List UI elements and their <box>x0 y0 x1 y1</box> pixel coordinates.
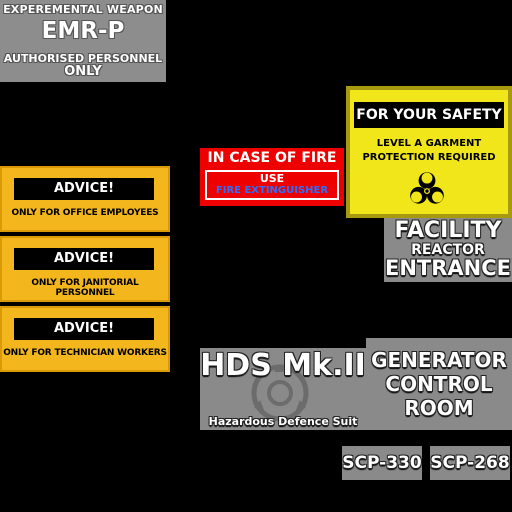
generator-line1: GENERATOR <box>371 348 507 372</box>
safety-sign-line1: LEVEL A GARMENT <box>376 138 482 149</box>
advice-sign-janitorial: ADVICE! ONLY FOR JANITORIAL PERSONNEL <box>0 236 170 302</box>
advice-heading: ADVICE! <box>14 318 154 340</box>
facility-reactor-sign: FACILITY REACTOR ENTRANCE <box>384 218 512 282</box>
facility-line1: FACILITY <box>394 218 502 243</box>
hds-title: HDS Mk.II <box>200 348 366 383</box>
safety-sign-line2: PROTECTION REQUIRED <box>362 152 496 163</box>
emr-sign-title: EMR-P <box>41 18 125 44</box>
scp-330-label: SCP-330 <box>342 446 422 480</box>
scp-268-label: SCP-268 <box>430 446 510 480</box>
facility-line3: ENTRANCE <box>385 256 511 280</box>
generator-control-room-sign: GENERATOR CONTROL ROOM <box>366 338 512 430</box>
advice-text: ONLY FOR JANITORIAL PERSONNEL <box>31 278 139 298</box>
advice-text: ONLY FOR TECHNICIAN WORKERS <box>3 348 167 358</box>
generator-line2: CONTROL <box>385 372 493 396</box>
advice-heading: ADVICE! <box>14 248 154 270</box>
advice-heading: ADVICE! <box>14 178 154 200</box>
emr-p-sign: EXPEREMENTAL WEAPON EMR-P AUTHORISED PER… <box>0 0 166 82</box>
hds-suit-sign: HDS Mk.II Hazardous Defence Suit <box>200 348 366 430</box>
fire-sign: IN CASE OF FIRE USE FIRE EXTINGUISHER <box>200 148 344 206</box>
safety-sign-heading: FOR YOUR SAFETY <box>354 102 504 128</box>
fire-sign-box: USE FIRE EXTINGUISHER <box>205 170 339 200</box>
fire-sign-heading: IN CASE OF FIRE <box>207 150 337 166</box>
fire-sign-use: USE <box>259 172 285 185</box>
emr-sign-line1: EXPEREMENTAL WEAPON <box>3 3 163 16</box>
safety-sign: FOR YOUR SAFETY LEVEL A GARMENT PROTECTI… <box>346 86 512 218</box>
generator-line3: ROOM <box>404 396 474 420</box>
fire-sign-extinguisher: FIRE EXTINGUISHER <box>215 185 329 196</box>
advice-sign-technician: ADVICE! ONLY FOR TECHNICIAN WORKERS <box>0 306 170 372</box>
emr-sign-line4: ONLY <box>64 64 102 79</box>
advice-sign-office: ADVICE! ONLY FOR OFFICE EMPLOYEES <box>0 166 170 232</box>
advice-text: ONLY FOR OFFICE EMPLOYEES <box>11 208 159 218</box>
biohazard-icon <box>410 172 444 204</box>
hds-subtitle: Hazardous Defence Suit <box>208 415 358 428</box>
